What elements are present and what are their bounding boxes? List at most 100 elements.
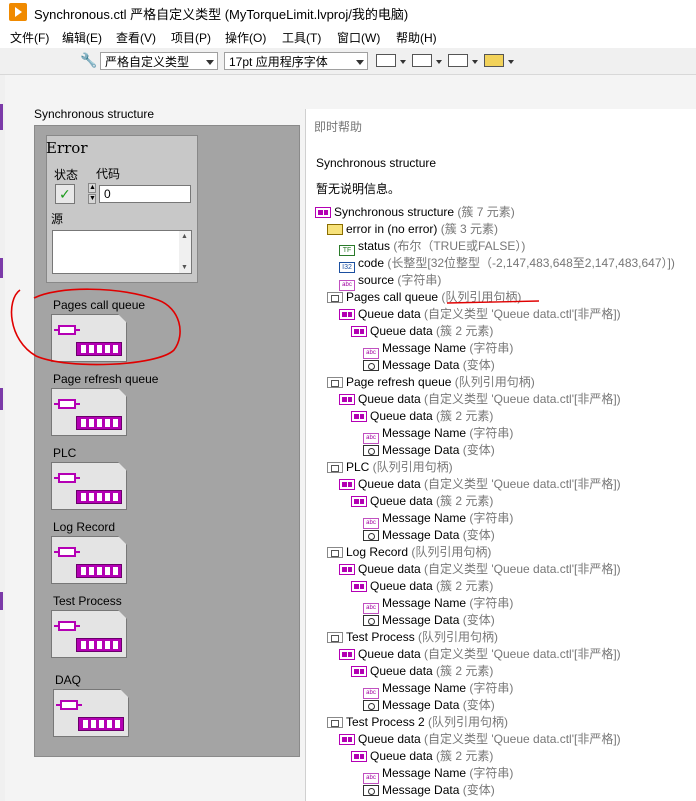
chevron-down-icon: [356, 60, 364, 65]
queue-refnum[interactable]: [51, 610, 127, 658]
cluster-icon: [339, 564, 355, 575]
tree-row-name: Queue data: [358, 732, 421, 746]
queue-icon: [54, 621, 80, 631]
tree-row: Queue data (簇 2 元素): [351, 323, 493, 340]
font-select[interactable]: 17pt 应用程序字体: [224, 52, 368, 70]
cluster-icon: [351, 581, 367, 592]
queue-label: Page refresh queue: [53, 372, 159, 386]
tree-row: Queue data (簇 2 元素): [351, 663, 493, 680]
tree-row: Queue data (簇 2 元素): [351, 493, 493, 510]
code-field[interactable]: 0: [99, 185, 191, 203]
help-item-name: Synchronous structure: [316, 156, 437, 170]
queue-data-icon: [78, 717, 124, 731]
tree-row: Queue data (自定义类型 'Queue data.ctl'[非严格]): [339, 646, 621, 663]
menu-item[interactable]: 工具(T): [282, 29, 321, 46]
tree-row-type: (簇 2 元素): [432, 749, 494, 763]
tree-row-name: Queue data: [358, 647, 421, 661]
tree-row: Message Data (变体): [363, 612, 495, 629]
menu-item[interactable]: 文件(F): [10, 29, 49, 46]
tree-row-type: (簇 2 元素): [432, 409, 494, 423]
type-definition-select-value: 严格自定义类型: [105, 55, 190, 69]
tree-row-name: Queue data: [358, 477, 421, 491]
font-select-value: 17pt 应用程序字体: [229, 55, 328, 69]
queue-icon: [54, 473, 80, 483]
tree-row-type: (自定义类型 'Queue data.ctl'[非严格]): [420, 562, 621, 576]
wire-edge: [0, 258, 3, 278]
tree-row-name: PLC: [346, 460, 370, 474]
queue-refnum[interactable]: [53, 689, 129, 737]
tree-row-type: (变体): [459, 528, 495, 542]
tree-row-type: (簇 2 元素): [432, 664, 494, 678]
tree-row-name: Test Process: [346, 630, 415, 644]
tree-row-type: (簇 2 元素): [432, 579, 494, 593]
scroll-down-icon[interactable]: ▼: [181, 264, 188, 271]
reorder-button[interactable]: [484, 52, 518, 70]
tree-row-name: Test Process 2: [346, 715, 425, 729]
queue-icon: [56, 700, 82, 710]
tree-row-name: Queue data: [370, 749, 433, 763]
source-field[interactable]: ▲ ▼: [52, 230, 192, 274]
tree-row-name: Message Name: [382, 596, 467, 610]
cluster-icon: [339, 649, 355, 660]
wire-edge: [0, 104, 3, 130]
tree-row-name: Message Name: [382, 341, 467, 355]
menu-item[interactable]: 操作(O): [225, 29, 266, 46]
tree-row-type: (布尔（TRUE或FALSE）): [390, 239, 526, 253]
tree-row-name: Page refresh queue: [346, 375, 452, 389]
tree-row: TF status (布尔（TRUE或FALSE）): [339, 238, 526, 256]
title-bar: Synchronous.ctl 严格自定义类型 (MyTorqueLimit.l…: [0, 0, 696, 24]
tree-row-type: (字符串): [466, 426, 514, 440]
status-label: 状态: [54, 168, 79, 182]
wire-edge: [0, 388, 3, 410]
menu-item[interactable]: 查看(V): [116, 29, 156, 46]
queue-label: DAQ: [55, 673, 82, 687]
menu-item[interactable]: 帮助(H): [396, 29, 437, 46]
decrement-icon[interactable]: ▼: [88, 194, 96, 204]
tree-row-type: (队列引用句柄): [451, 375, 535, 389]
queue-refnum[interactable]: [51, 462, 127, 510]
queue-refnum[interactable]: [51, 388, 127, 436]
tree-row: Page refresh queue (队列引用句柄): [327, 374, 535, 391]
cluster-icon: [351, 496, 367, 507]
tree-row-type: (变体): [459, 358, 495, 372]
menu-item[interactable]: 窗口(W): [337, 29, 380, 46]
annotation-circle: [10, 288, 181, 366]
align-objects-icon: [376, 54, 396, 67]
variant-icon: [363, 530, 379, 541]
scroll-up-icon[interactable]: ▲: [181, 233, 188, 240]
type-definition-select[interactable]: 严格自定义类型: [100, 52, 218, 70]
tree-row-name: Message Data: [382, 443, 460, 457]
cluster-icon: [351, 666, 367, 677]
window-title: Synchronous.ctl 严格自定义类型 (MyTorqueLimit.l…: [34, 7, 409, 22]
tree-row-name: Pages call queue: [346, 290, 439, 304]
tree-row-name: Message Name: [382, 766, 467, 780]
menu-item[interactable]: 编辑(E): [62, 29, 102, 46]
distribute-objects-button[interactable]: [412, 52, 446, 70]
tree-row-type: (自定义类型 'Queue data.ctl'[非严格]): [420, 647, 621, 661]
status-checkbox[interactable]: ✓: [55, 184, 75, 204]
queue-refnum-icon: [327, 292, 343, 303]
wrench-icon[interactable]: 🔧: [80, 52, 97, 68]
variant-icon: [363, 360, 379, 371]
tree-row-type: (簇 3 元素): [437, 222, 499, 236]
tree-row-name: Synchronous structure: [334, 205, 455, 219]
queue-refnum[interactable]: [51, 536, 127, 584]
code-stepper[interactable]: ▲ ▼: [86, 183, 98, 205]
tree-row: Message Data (变体): [363, 697, 495, 714]
tree-row-type: (字符串): [466, 511, 514, 525]
tree-row: Test Process 2 (队列引用句柄): [327, 714, 508, 731]
tree-row-name: Message Data: [382, 358, 460, 372]
labview-app-icon: [9, 3, 27, 21]
resize-objects-button[interactable]: [448, 52, 482, 70]
annotation-underline: [447, 300, 539, 304]
tree-row-name: Queue data: [358, 562, 421, 576]
align-objects-button[interactable]: [376, 52, 410, 70]
menu-item[interactable]: 项目(P): [171, 29, 211, 46]
tree-row-type: (自定义类型 'Queue data.ctl'[非严格]): [420, 392, 621, 406]
tree-row: Queue data (自定义类型 'Queue data.ctl'[非严格]): [339, 306, 621, 323]
tree-row-type: (簇 2 元素): [432, 494, 494, 508]
tree-row-type: (字符串): [466, 681, 514, 695]
scrollbar[interactable]: ▲ ▼: [179, 231, 191, 273]
cluster-icon: [339, 309, 355, 320]
increment-icon[interactable]: ▲: [88, 183, 96, 193]
